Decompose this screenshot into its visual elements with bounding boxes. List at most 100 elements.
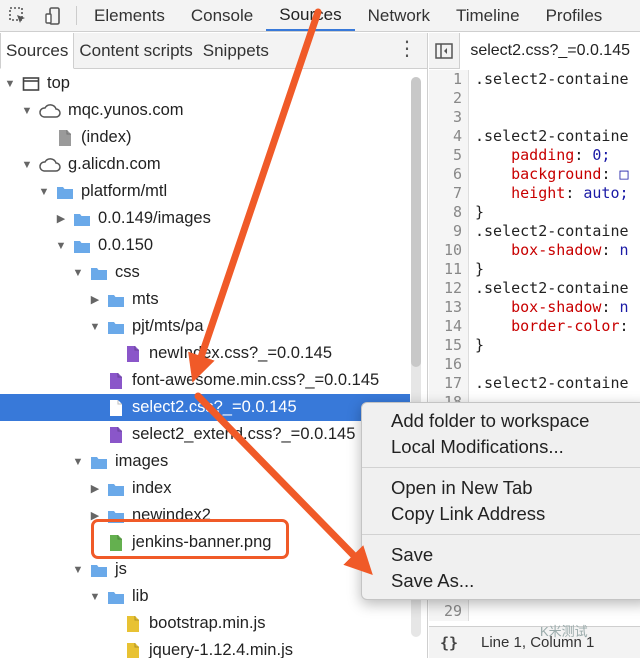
navigator-tabs: Sources Content scripts Snippets ⋮ (0, 33, 427, 69)
line-number: 14 (429, 317, 469, 336)
expand-triangle-icon[interactable]: ▼ (21, 105, 33, 117)
tree-item[interactable]: select2_extend.css?_=0.0.145 (0, 421, 410, 448)
code-text: .select2-containe (475, 127, 629, 145)
collapse-triangle-icon[interactable]: ▶ (55, 212, 67, 225)
editor-file-tab[interactable]: select2.css?_=0.0.145 (460, 33, 640, 69)
code-line: 15} (429, 336, 640, 355)
tree-item[interactable]: ▼ images (0, 448, 410, 475)
menu-local-modifications[interactable]: Local Modifications... (391, 434, 564, 460)
menu-open-in-new-tab[interactable]: Open in New Tab (391, 475, 533, 501)
tree-item[interactable]: ▶ mts (0, 286, 410, 313)
tree-item[interactable]: ▼ 0.0.150 (0, 232, 410, 259)
tree-item[interactable]: ▼ pjt/mts/pa (0, 313, 410, 340)
line-number: 8 (429, 203, 469, 222)
annotation-highlight-box (91, 519, 289, 559)
menu-save-as[interactable]: Save As... (391, 568, 474, 594)
tree-item[interactable]: ▼ mqc.yunos.com (0, 97, 410, 124)
css-icon (107, 426, 132, 444)
tab-sources-nav[interactable]: Sources (0, 33, 75, 69)
menu-copy-link-address[interactable]: Copy Link Address (391, 501, 545, 527)
tree-item-label: images (115, 452, 169, 470)
collapse-triangle-icon[interactable]: ▶ (89, 293, 101, 306)
css-property: box-shadow (511, 298, 602, 316)
tab-content-scripts[interactable]: Content scripts (74, 33, 197, 68)
tree-item[interactable]: ▼ css (0, 259, 410, 286)
tree-item[interactable]: newIndex.css?_=0.0.145 (0, 340, 410, 367)
folder-icon (90, 264, 115, 282)
code-line: 16 (429, 355, 640, 374)
tree-item-label: platform/mtl (81, 182, 168, 200)
line-number: 9 (429, 222, 469, 241)
scrollbar-thumb[interactable] (411, 77, 421, 367)
tree-item[interactable]: font-awesome.min.css?_=0.0.145 (0, 367, 410, 394)
tree-item[interactable]: ▼ platform/mtl (0, 178, 410, 205)
code-line: 12 .select2-containe (429, 279, 640, 298)
css-value: 0; (592, 146, 611, 164)
expand-triangle-icon[interactable]: ▼ (4, 78, 16, 90)
folder-icon (73, 237, 98, 255)
expand-triangle-icon[interactable]: ▼ (89, 591, 101, 603)
device-mode-icon[interactable] (36, 0, 72, 31)
folder-icon (107, 291, 132, 309)
tree-item[interactable]: ▼ g.alicdn.com (0, 151, 410, 178)
css-icon (107, 399, 132, 417)
code-line: 11} (429, 260, 640, 279)
tab-sources[interactable]: Sources (266, 0, 355, 31)
collapse-triangle-icon[interactable]: ▶ (89, 482, 101, 495)
inspect-element-icon[interactable] (0, 0, 36, 31)
tree-item[interactable]: jquery-1.12.4.min.js (0, 637, 410, 658)
tree-item[interactable]: ▼ lib (0, 583, 410, 610)
tree-item-label: newIndex.css?_=0.0.145 (149, 344, 333, 362)
tree-item-label: bootstrap.min.js (149, 614, 266, 632)
context-menu: Add folder to workspace Local Modificati… (361, 402, 640, 600)
code-text: height: auto; (511, 184, 629, 202)
cloud-icon (39, 102, 68, 120)
expand-triangle-icon[interactable]: ▼ (72, 267, 84, 279)
tree-item[interactable]: select2.css?_=0.0.145 (0, 394, 410, 421)
more-options-icon[interactable]: ⋮ (397, 39, 417, 59)
tree-item[interactable]: ▼ top (0, 70, 410, 97)
code-text: .select2-containe (475, 222, 629, 240)
code-text: background: □ (511, 165, 629, 183)
line-number: 10 (429, 241, 469, 260)
watermark: K米测试 (540, 624, 588, 639)
code-line: 29 (429, 602, 640, 621)
folder-icon (107, 588, 132, 606)
css-value: auto; (583, 184, 629, 202)
tree-item[interactable]: ▶ index (0, 475, 410, 502)
tab-profiles[interactable]: Profiles (533, 0, 616, 31)
menu-save[interactable]: Save (391, 542, 433, 568)
expand-triangle-icon[interactable]: ▼ (21, 159, 33, 171)
expand-triangle-icon[interactable]: ▼ (72, 456, 84, 468)
tab-snippets[interactable]: Snippets (198, 33, 274, 68)
tree-item-label: index (132, 479, 172, 497)
css-value: n (619, 241, 629, 259)
expand-triangle-icon[interactable]: ▼ (72, 564, 84, 576)
line-number: 13 (429, 298, 469, 317)
tree-item[interactable]: bootstrap.min.js (0, 610, 410, 637)
pretty-print-button[interactable]: {} (429, 634, 469, 652)
expand-triangle-icon[interactable]: ▼ (38, 186, 50, 198)
code-text: box-shadow: n (511, 298, 629, 316)
tab-timeline[interactable]: Timeline (443, 0, 533, 31)
code-line: 13 box-shadow: n (429, 298, 640, 317)
tab-elements[interactable]: Elements (81, 0, 178, 31)
expand-triangle-icon[interactable]: ▼ (89, 321, 101, 333)
tree-item[interactable]: ▶ 0.0.149/images (0, 205, 410, 232)
tree-item-label: mqc.yunos.com (68, 101, 184, 119)
tree-item-label: select2_extend.css?_=0.0.145 (132, 425, 356, 443)
tree-item[interactable]: (index) (0, 124, 410, 151)
css-property: box-shadow (511, 241, 602, 259)
tree-item-label: font-awesome.min.css?_=0.0.145 (132, 371, 380, 389)
menu-add-folder-to-workspace[interactable]: Add folder to workspace (391, 408, 589, 434)
folder-icon (107, 480, 132, 498)
editor-tabs: select2.css?_=0.0.145 (429, 33, 640, 69)
code-text: box-shadow: n (511, 241, 629, 259)
toggle-navigator-icon[interactable] (429, 33, 461, 68)
cloud-icon (39, 156, 68, 174)
tab-network[interactable]: Network (355, 0, 443, 31)
expand-triangle-icon[interactable]: ▼ (55, 240, 67, 252)
tree-item[interactable]: ▼ js (0, 556, 410, 583)
code-line: 6 background: □ (429, 165, 640, 184)
tab-console[interactable]: Console (178, 0, 266, 31)
